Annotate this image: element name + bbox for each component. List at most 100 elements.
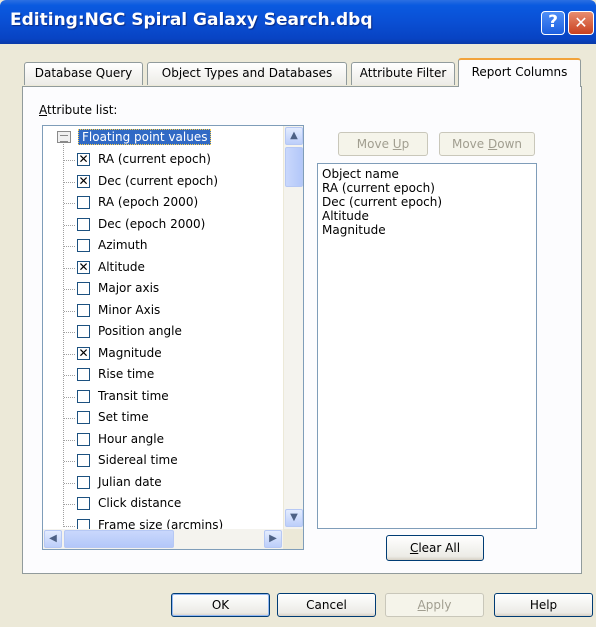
tree-item-label: Click distance — [98, 496, 182, 510]
report-columns-panel: Attribute list: Floating point values ✕ R… — [22, 86, 582, 574]
close-icon: ✕ — [574, 13, 588, 32]
clear-all-button[interactable]: Clear All — [386, 535, 484, 561]
tree-item[interactable]: ✕ Magnitude — [43, 344, 283, 365]
checkbox[interactable] — [77, 475, 90, 489]
checkbox[interactable] — [77, 239, 90, 252]
checkbox[interactable] — [77, 497, 90, 510]
tree-connector — [64, 332, 75, 333]
checkbox[interactable] — [77, 454, 90, 467]
apply-button[interactable]: Apply — [385, 593, 484, 617]
attribute-list-label: Attribute list: — [39, 103, 118, 117]
tree-item[interactable]: Julian date — [43, 473, 283, 494]
scrollbar-corner — [283, 529, 303, 549]
checkbox[interactable] — [77, 217, 90, 231]
tree-item-label: Minor Axis — [98, 302, 161, 317]
tree-root-node[interactable]: Floating point values — [43, 128, 283, 149]
tree-item[interactable]: Hour angle — [43, 430, 283, 451]
tree-item[interactable]: Dec (epoch 2000) — [43, 215, 283, 236]
checkbox[interactable]: ✕ — [77, 153, 90, 166]
tree-item[interactable]: Azimuth — [43, 236, 283, 257]
title-bar: Editing:NGC Spiral Galaxy Search.dbq ? ✕ — [0, 0, 596, 44]
scroll-right-arrow-icon[interactable]: ▶ — [264, 530, 282, 548]
tree-connector — [64, 418, 75, 419]
tree-item-label: Altitude — [98, 259, 145, 274]
tree-item-label: Transit time — [98, 388, 169, 403]
checkbox[interactable] — [77, 368, 90, 381]
checkbox[interactable] — [77, 196, 90, 209]
tree-item[interactable]: ✕ RA (current epoch) — [43, 150, 283, 171]
tree-connector — [64, 181, 75, 183]
tree-horizontal-scrollbar[interactable]: ◀ ▶ — [43, 529, 283, 549]
checkbox[interactable] — [77, 303, 90, 317]
tree-connector — [64, 482, 75, 484]
checkbox[interactable] — [77, 411, 90, 424]
tree-item-label: RA (current epoch) — [98, 152, 211, 166]
ok-button[interactable]: OK — [171, 593, 270, 617]
collapse-node-icon[interactable] — [57, 131, 71, 143]
tree-connector — [64, 310, 75, 312]
horizontal-scroll-thumb[interactable] — [64, 530, 174, 548]
tree-item[interactable]: ✕ Altitude — [43, 258, 283, 279]
tab-attribute-filter[interactable]: Attribute Filter — [351, 62, 455, 85]
window-title: Editing:NGC Spiral Galaxy Search.dbq — [10, 10, 373, 30]
tree-item[interactable]: Major axis — [43, 279, 283, 300]
tab-object-types-and-databases[interactable]: Object Types and Databases — [147, 62, 347, 85]
tree-item[interactable]: Click distance — [43, 494, 283, 515]
help-button[interactable]: Help — [494, 593, 593, 617]
tree-connector — [64, 439, 75, 441]
tree-item-label: Hour angle — [98, 431, 165, 446]
tree-connector — [64, 461, 75, 462]
tree-item[interactable]: Minor Axis — [43, 301, 283, 322]
tree-connector — [64, 203, 75, 204]
tree-item[interactable]: Set time — [43, 408, 283, 429]
list-item[interactable]: Altitude — [322, 209, 532, 223]
tree-connector — [64, 289, 75, 290]
tree-item[interactable]: Sidereal time — [43, 451, 283, 472]
checkbox[interactable] — [77, 325, 90, 338]
checkbox[interactable]: ✕ — [77, 174, 90, 188]
tree-item-label: Azimuth — [98, 238, 148, 252]
report-columns-list[interactable]: Object name RA (current epoch) Dec (curren… — [317, 163, 537, 529]
list-item[interactable]: Magnitude — [322, 223, 532, 237]
tree-vertical-scrollbar[interactable]: ▲ ▼ — [283, 126, 303, 529]
checkbox[interactable] — [77, 282, 90, 295]
tree-item[interactable]: ✕ Dec (current epoch) — [43, 172, 283, 193]
tree-connector — [64, 267, 75, 269]
tree-item[interactable]: RA (epoch 2000) — [43, 193, 283, 214]
move-down-button[interactable]: Move Down — [439, 132, 535, 156]
tree-item-label: Dec (epoch 2000) — [98, 216, 206, 231]
tree-root-label: Floating point values — [78, 129, 212, 145]
help-title-button[interactable]: ? — [541, 11, 565, 35]
tree-connector — [64, 224, 75, 226]
tree-item-label: RA (epoch 2000) — [98, 195, 199, 209]
tab-report-columns[interactable]: Report Columns — [458, 58, 581, 87]
checkbox[interactable]: ✕ — [77, 260, 90, 274]
tree-item-label: Sidereal time — [98, 453, 178, 467]
scroll-up-arrow-icon[interactable]: ▲ — [285, 127, 303, 145]
checkbox[interactable]: ✕ — [77, 346, 90, 360]
tree-item[interactable]: Transit time — [43, 387, 283, 408]
list-item[interactable]: RA (current epoch) — [322, 181, 532, 195]
vertical-scroll-thumb[interactable] — [285, 147, 303, 187]
tree-connector — [64, 375, 75, 376]
tree-connector — [64, 160, 75, 161]
checkbox[interactable] — [77, 389, 90, 403]
move-up-button[interactable]: Move Up — [338, 132, 428, 156]
help-icon: ? — [548, 12, 558, 32]
tree-item-label: Set time — [98, 410, 149, 424]
list-item[interactable]: Object name — [322, 167, 532, 181]
tree-item[interactable]: Rise time — [43, 365, 283, 386]
scroll-left-arrow-icon[interactable]: ◀ — [44, 530, 62, 548]
list-item[interactable]: Dec (current epoch) — [322, 195, 532, 209]
close-title-button[interactable]: ✕ — [568, 11, 594, 35]
tree-item-label: Major axis — [98, 281, 160, 295]
scroll-down-arrow-icon[interactable]: ▼ — [285, 509, 303, 527]
attribute-tree[interactable]: Floating point values ✕ RA (current epoch… — [42, 125, 304, 550]
tab-database-query[interactable]: Database Query — [24, 62, 143, 85]
checkbox[interactable] — [77, 432, 90, 446]
tree-connector — [64, 525, 75, 527]
tree-item[interactable]: Position angle — [43, 322, 283, 343]
cancel-button[interactable]: Cancel — [277, 593, 376, 617]
tree-connector — [64, 396, 75, 398]
tree-connector — [64, 353, 75, 355]
